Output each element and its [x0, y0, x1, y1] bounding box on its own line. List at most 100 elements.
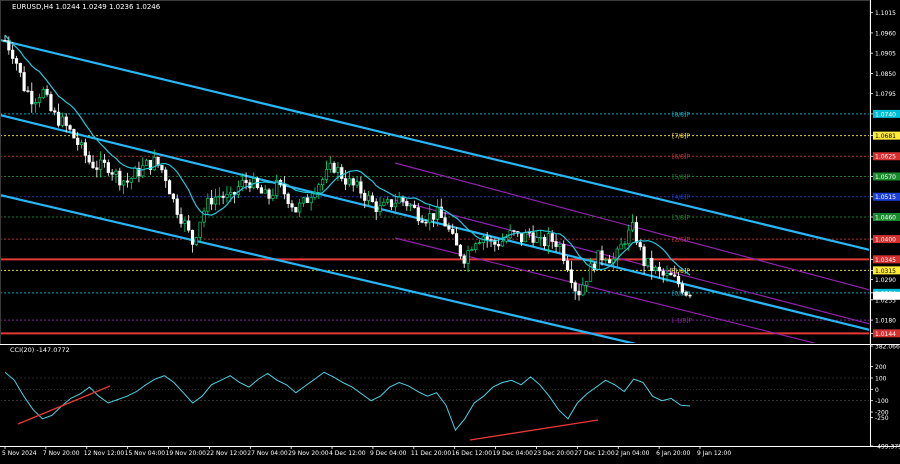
candle	[79, 139, 84, 149]
candle	[542, 234, 547, 250]
murrey-level-label: [4/8]P	[672, 194, 690, 201]
candle-body	[133, 167, 137, 179]
candle	[267, 188, 271, 205]
candle-body	[665, 272, 669, 276]
candle-body	[466, 250, 470, 264]
time-tick-label: 9 Dec 04:00	[370, 450, 407, 457]
candle-body	[650, 258, 654, 271]
candle	[64, 113, 68, 133]
cci-tick-label: 0	[875, 387, 879, 394]
candle	[122, 180, 126, 195]
candle-body	[520, 233, 524, 243]
candle-body	[355, 181, 359, 186]
candle	[221, 191, 225, 204]
candle-body	[160, 165, 164, 171]
price-tick-label: 1.0144	[875, 331, 896, 338]
candle-body	[688, 294, 692, 297]
price-tick-label: 1.1015	[875, 10, 896, 17]
candle	[252, 172, 256, 190]
candle-body	[56, 111, 61, 126]
candle-body	[447, 225, 451, 230]
cci-clip-group	[1, 371, 869, 441]
candle-body	[11, 49, 15, 59]
candle-body	[397, 196, 401, 204]
candle-body	[366, 195, 371, 201]
candle-body	[102, 159, 107, 163]
candle	[183, 217, 187, 233]
candle-body	[18, 63, 22, 73]
candle-body	[577, 290, 581, 296]
candle-body	[370, 195, 374, 203]
candle-body	[30, 90, 34, 105]
candle-body	[485, 236, 489, 240]
candle	[37, 93, 42, 108]
chart-canvas[interactable]: [8/8]P[7/8]P[6/8]P[5/8]P[4/8]P[3/8]P[2/8…	[0, 0, 900, 460]
candle-body	[122, 180, 126, 186]
candle	[443, 212, 447, 227]
murrey-level-label: [7/8]P	[672, 133, 690, 140]
price-tick-label: 1.0345	[875, 257, 896, 264]
candle-body	[558, 244, 562, 247]
cci-indicator-panel[interactable]	[0, 371, 870, 441]
candle	[531, 225, 535, 247]
candle	[466, 245, 470, 273]
candle	[432, 213, 436, 228]
candle	[233, 191, 237, 204]
candle-body	[164, 169, 168, 181]
time-tick-label: 9 Jan 12:00	[697, 450, 731, 457]
candle-body	[294, 206, 298, 213]
candle-body	[7, 40, 11, 51]
candle-body	[680, 283, 684, 293]
candle-body	[317, 184, 321, 193]
candle	[72, 128, 76, 139]
candle-body	[183, 220, 187, 224]
candle	[366, 190, 371, 206]
price-tick-label: 1.0515	[875, 194, 896, 201]
candle-body	[26, 90, 30, 92]
candle	[623, 240, 627, 249]
candle-body	[623, 243, 627, 245]
time-tick-label: 4 Dec 12:00	[329, 450, 366, 457]
candle	[569, 260, 573, 289]
price-tick-label: 1.0460	[875, 214, 896, 221]
candle-body	[79, 142, 84, 145]
candle-body	[477, 242, 482, 245]
cci-tick-label: -250	[875, 415, 889, 422]
candle-body	[76, 137, 80, 145]
murrey-level-label: [-1/8]P	[672, 318, 693, 325]
candle	[309, 190, 313, 211]
main-price-panel[interactable]: [8/8]P[7/8]P[6/8]P[5/8]P[4/8]P[3/8]P[2/8…	[0, 34, 870, 357]
candle	[275, 174, 279, 200]
candle-body	[171, 193, 175, 200]
candle-body	[669, 272, 673, 276]
candle	[653, 265, 658, 274]
candle	[125, 172, 130, 188]
price-chart-window[interactable]: [8/8]P[7/8]P[6/8]P[5/8]P[4/8]P[3/8]P[2/8…	[0, 0, 900, 460]
candle	[194, 236, 198, 247]
candle-body	[638, 242, 642, 248]
candle	[18, 62, 22, 78]
price-tick-label: 1.0795	[875, 91, 896, 98]
candle-body	[531, 232, 535, 243]
candle-body	[646, 258, 650, 266]
candle	[615, 246, 619, 268]
candle	[271, 188, 275, 202]
candle-body	[424, 221, 428, 224]
candle-body	[550, 233, 554, 242]
candle-body	[343, 178, 348, 185]
candle	[462, 253, 466, 268]
candle	[389, 199, 394, 211]
candle	[581, 277, 585, 296]
candle-body	[152, 156, 156, 171]
candle	[294, 206, 298, 213]
candle-body	[286, 193, 290, 204]
cci-tick-label: 200	[875, 364, 887, 371]
candle-body	[179, 214, 183, 224]
candle-body	[83, 142, 87, 156]
candle	[405, 199, 409, 211]
candle-body	[34, 102, 38, 105]
candle-body	[432, 213, 436, 220]
candle	[179, 207, 183, 228]
candle	[225, 185, 229, 203]
candle-body	[412, 204, 417, 208]
